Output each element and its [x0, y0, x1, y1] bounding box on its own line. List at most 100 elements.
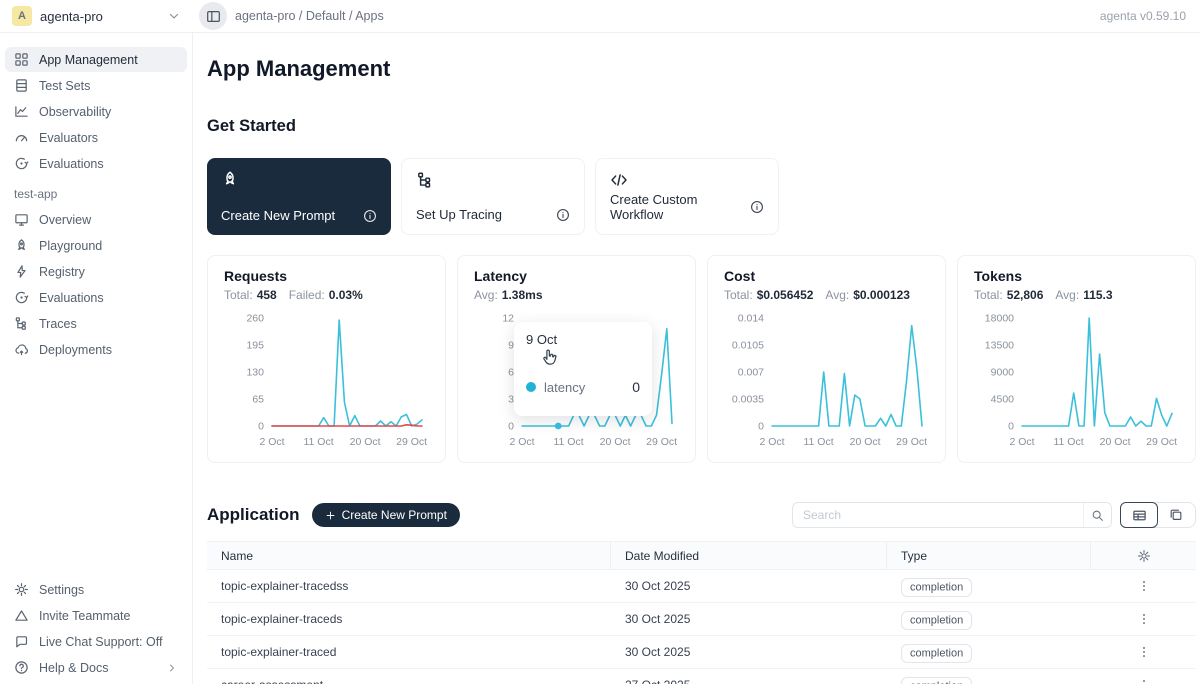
workspace-name: agenta-pro: [40, 9, 159, 24]
sidebar-item-overview[interactable]: Overview: [5, 207, 187, 232]
svg-text:65: 65: [252, 394, 264, 406]
metric-line-chart: 04500900013500180002 Oct11 Oct20 Oct29 O…: [974, 308, 1179, 456]
svg-text:11 Oct: 11 Oct: [553, 436, 583, 448]
info-icon[interactable]: [363, 209, 377, 223]
sidebar-footer-nav: Settings Invite Teammate Live Chat Support…: [5, 577, 187, 682]
table-row[interactable]: topic-explainer-traceds30 Oct 2025comple…: [207, 603, 1196, 636]
svg-text:2 Oct: 2 Oct: [259, 436, 284, 448]
get-started-card-set-up-tracing[interactable]: Set Up Tracing: [401, 158, 585, 235]
breadcrumb[interactable]: agenta-pro / Default / Apps: [235, 9, 384, 23]
table-row[interactable]: career-assessment27 Oct 2025completion: [207, 669, 1196, 684]
panel-left-icon: [206, 9, 221, 24]
sidebar-item-playground[interactable]: Playground: [5, 233, 187, 258]
search-button[interactable]: [1083, 503, 1111, 527]
table-row[interactable]: topic-explainer-traced30 Oct 2025complet…: [207, 636, 1196, 669]
sidebar-item-evaluations[interactable]: Evaluations: [5, 151, 187, 176]
sidebar-item-test-sets[interactable]: Test Sets: [5, 73, 187, 98]
sidebar-item-help-docs[interactable]: Help & Docs: [5, 655, 187, 680]
row-actions-button[interactable]: [1091, 645, 1196, 659]
metric-stat: Avg:115.3: [1055, 288, 1112, 302]
column-header-name: Name: [207, 542, 611, 569]
svg-text:0.007: 0.007: [738, 367, 764, 379]
ellipsis-v-icon: [1137, 579, 1151, 593]
deployments-icon: [14, 342, 30, 357]
sidebar-item-settings[interactable]: Settings: [5, 577, 187, 602]
svg-text:29 Oct: 29 Oct: [896, 436, 927, 448]
sidebar-item-invite-teammate[interactable]: Invite Teammate: [5, 603, 187, 628]
app-version: agenta v0.59.10: [1100, 9, 1186, 23]
metric-line-chart: 0651301952602 Oct11 Oct20 Oct29 Oct: [224, 308, 429, 456]
date-modified: 30 Oct 2025: [611, 612, 887, 626]
row-actions-button[interactable]: [1091, 678, 1196, 684]
sidebar-item-label: App Management: [39, 53, 138, 67]
table-row[interactable]: topic-explainer-tracedss30 Oct 2025compl…: [207, 570, 1196, 603]
get-started-card-create-new-prompt[interactable]: Create New Prompt: [207, 158, 391, 235]
card-view-icon: [1169, 508, 1183, 522]
application-heading: Application: [207, 505, 300, 525]
info-icon[interactable]: [556, 208, 570, 222]
metric-title: Latency: [474, 268, 679, 284]
metric-stat: Failed:0.03%: [289, 288, 363, 302]
invite-icon: [14, 608, 30, 623]
search-icon: [1091, 509, 1104, 522]
sidebar-item-registry[interactable]: Registry: [5, 259, 187, 284]
workspace-switcher[interactable]: A agenta-pro: [0, 6, 193, 26]
sidebar-item-label: Settings: [39, 583, 84, 597]
svg-text:0.014: 0.014: [738, 313, 764, 325]
sidebar-item-evaluations[interactable]: Evaluations: [5, 285, 187, 310]
info-icon[interactable]: [750, 200, 764, 214]
app-name: topic-explainer-traced: [207, 645, 611, 659]
metric-card-tokens: Tokens Total:52,806Avg:115.3 0450090001350…: [957, 255, 1196, 463]
sidebar-item-label: Registry: [39, 265, 85, 279]
column-header-type: Type: [887, 542, 1091, 569]
sidebar-item-live-chat-support-off[interactable]: Live Chat Support: Off: [5, 629, 187, 654]
sidebar-item-app-management[interactable]: App Management: [5, 47, 187, 72]
search-input[interactable]: [793, 508, 1083, 522]
gear-icon: [1137, 549, 1151, 563]
applications-table: Name Date Modified Type topic-explainer-…: [207, 541, 1196, 684]
tooltip-series-label: latency: [544, 380, 585, 395]
sidebar-collapse-button[interactable]: [199, 2, 227, 30]
table-settings-button[interactable]: [1091, 549, 1196, 563]
type-badge: completion: [901, 611, 972, 630]
sidebar-item-label: Evaluations: [39, 291, 104, 305]
card-view-toggle[interactable]: [1157, 503, 1195, 527]
chevron-right-icon: [166, 662, 178, 674]
chat-icon: [14, 634, 30, 649]
create-new-prompt-button[interactable]: Create New Prompt: [312, 503, 460, 527]
row-actions-button[interactable]: [1091, 579, 1196, 593]
column-header-date-modified: Date Modified: [611, 542, 887, 569]
row-actions-button[interactable]: [1091, 612, 1196, 626]
rocket-icon: [221, 170, 377, 188]
app-name: career-assessment: [207, 678, 611, 684]
type-badge: completion: [901, 578, 972, 597]
application-header: Application Create New Prompt: [207, 502, 1196, 528]
sidebar-item-deployments[interactable]: Deployments: [5, 337, 187, 362]
tooltip-date: 9 Oct: [526, 332, 640, 347]
plus-icon: [325, 510, 336, 521]
sidebar-item-evaluators[interactable]: Evaluators: [5, 125, 187, 150]
series-dot-icon: [526, 382, 536, 392]
get-started-card-label: Create Custom Workflow: [610, 192, 750, 222]
svg-text:29 Oct: 29 Oct: [646, 436, 677, 448]
sidebar-item-label: Playground: [39, 239, 102, 253]
metric-stats: Avg:1.38ms: [474, 288, 679, 302]
test-sets-icon: [14, 78, 30, 93]
metrics-chart-row: Requests Total:458 Failed:0.03% 06513019526…: [207, 255, 1196, 463]
sidebar-item-label: Observability: [39, 105, 111, 119]
metric-title: Requests: [224, 268, 429, 284]
metric-stats: Total:52,806Avg:115.3: [974, 288, 1179, 302]
observability-icon: [14, 104, 30, 119]
sidebar-item-label: Invite Teammate: [39, 609, 130, 623]
playground-icon: [14, 238, 30, 253]
table-view-toggle[interactable]: [1120, 502, 1158, 528]
get-started-card-create-custom-workflow[interactable]: Create Custom Workflow: [595, 158, 779, 235]
svg-text:9000: 9000: [991, 367, 1015, 379]
sidebar-item-observability[interactable]: Observability: [5, 99, 187, 124]
table-body: topic-explainer-tracedss30 Oct 2025compl…: [207, 570, 1196, 684]
metric-stats: Total:458 Failed:0.03%: [224, 288, 429, 302]
sidebar-item-traces[interactable]: Traces: [5, 311, 187, 336]
metric-stat: Total:458: [224, 288, 277, 302]
chevron-down-icon: [167, 9, 181, 23]
metric-title: Tokens: [974, 268, 1179, 284]
